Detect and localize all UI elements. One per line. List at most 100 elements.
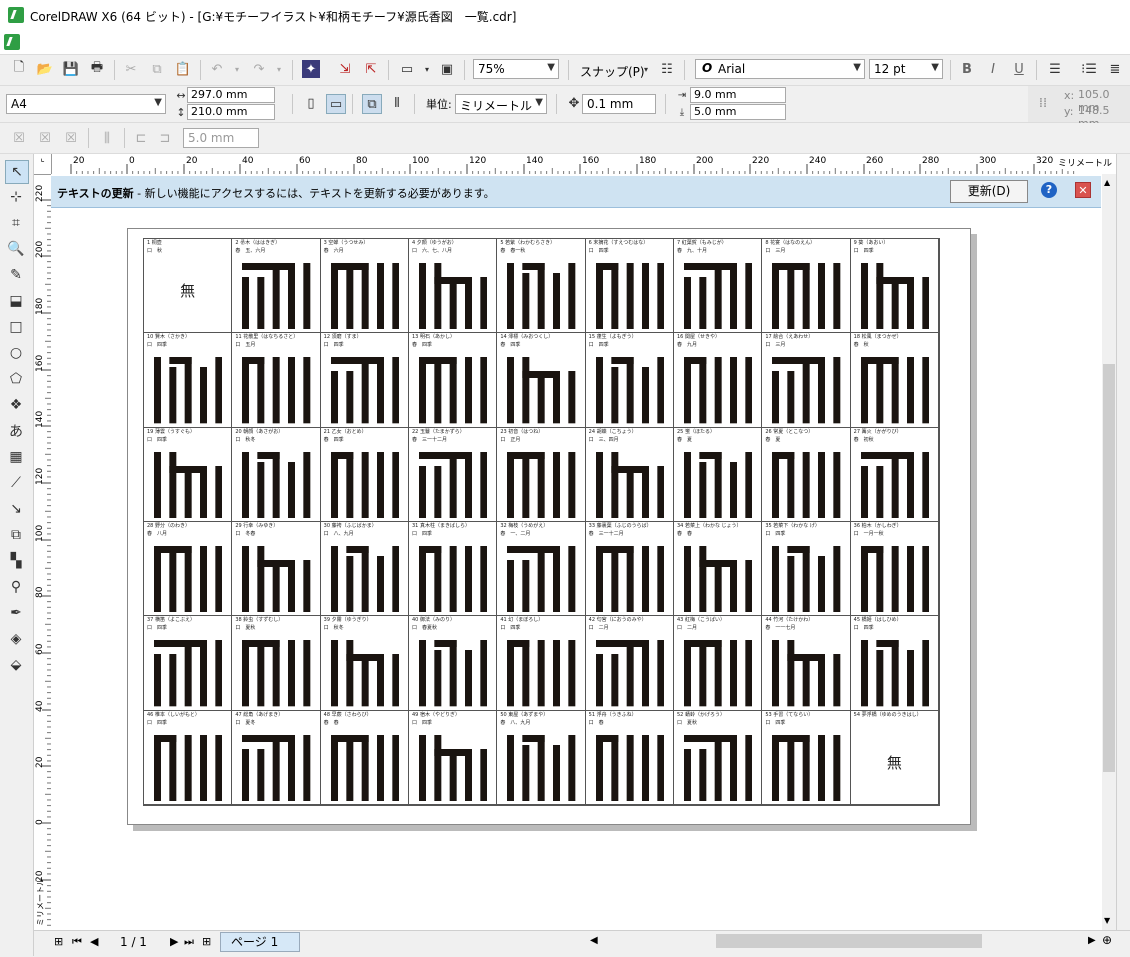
snap-to-menu[interactable]: スナップ(P) (580, 63, 645, 80)
genji-ko-cell[interactable]: 35 若菜下（わかな げ） 口 四季 (762, 522, 851, 617)
page-width-field[interactable]: 297.0 mm (187, 87, 275, 103)
underline-icon[interactable]: U (1010, 60, 1028, 78)
genji-ko-cell[interactable]: 16 関屋（せきや）春 九月 (674, 333, 763, 428)
undo-icon[interactable]: ↶ (208, 60, 226, 78)
add-page-after-icon[interactable]: ⊞ (202, 935, 211, 948)
genji-ko-cell[interactable]: 1 桐壺口 秋無 (144, 239, 233, 334)
redo-icon[interactable]: ↷ (250, 60, 268, 78)
genji-ko-cell[interactable]: 31 真木柱（まきばしら） 口 四季 (409, 522, 498, 617)
genji-ko-cell[interactable]: 4 夕顔（ゆうがお） 口 六、七、八月 (409, 239, 498, 334)
genji-ko-cell[interactable]: 14 澪標（みおつくし）春 四季 (497, 333, 586, 428)
genji-ko-cell[interactable]: 52 蜻蛉（かげろう）口 夏秋 (674, 710, 763, 805)
offset-field[interactable]: 5.0 mm (183, 128, 259, 148)
genji-ko-cell[interactable]: 12 須磨（すま）口 四季 (320, 333, 409, 428)
genji-ko-cell[interactable]: 46 椎本（しいがもと）口 四季 (144, 710, 233, 805)
genji-ko-cell[interactable]: 27 篝火（かがりび）春 初秋 (850, 427, 939, 522)
undo-dropdown-icon[interactable]: ▾ (228, 60, 246, 78)
smart-fill-tool-icon[interactable]: ⬓ (5, 290, 27, 312)
close-notification-icon[interactable]: ✕ (1075, 182, 1091, 198)
genji-ko-cell[interactable]: 17 絵合（えあわせ）口 三月 (762, 333, 851, 428)
crop-tool-icon[interactable]: ⌗ (5, 212, 27, 234)
genji-ko-cell[interactable]: 44 竹河（たけかわ）春 一一七月 (762, 616, 851, 711)
steps-icon[interactable]: ⫼ (98, 129, 116, 147)
genji-ko-cell[interactable]: 5 若紫（わかむらさき） 春 春一秋 (497, 239, 586, 334)
current-page-icon[interactable]: ⫴ (388, 94, 406, 112)
dimension-tool-icon[interactable]: ⟋ (5, 472, 27, 494)
previous-page-icon[interactable]: ◀ (90, 935, 98, 948)
horizontal-scroll-thumb[interactable] (716, 934, 982, 948)
genji-ko-cell[interactable]: 23 初音（はつね）口 正月 (497, 427, 586, 522)
genji-ko-cell[interactable]: 21 乙女（おとめ）春 四季 (320, 427, 409, 522)
options-icon[interactable]: ☷ (658, 60, 676, 78)
navigator-zoom-icon[interactable]: ⊕ (1102, 933, 1112, 947)
zoom-level-combo[interactable]: 75% ▼ (473, 59, 559, 79)
rectangle-tool-icon[interactable]: □ (5, 316, 27, 338)
align-icon[interactable]: ☰ (1046, 60, 1064, 78)
snap-dropdown-icon[interactable]: ▾ (637, 60, 655, 78)
fill-tool-icon[interactable]: ◈ (5, 628, 27, 650)
cut-icon[interactable]: ✂ (122, 60, 140, 78)
genji-ko-cell[interactable]: 6 末摘花（すえつむはな） 口 四季 (585, 239, 674, 334)
genji-ko-cell[interactable]: 43 紅梅（こうばい）口 二月 (674, 616, 763, 711)
offset-y-icon[interactable]: ⊐ (156, 129, 174, 147)
welcome-screen-icon[interactable]: ▣ (438, 60, 456, 78)
save-icon[interactable]: 💾 (62, 60, 80, 78)
add-page-before-icon[interactable]: ⊞ (54, 935, 63, 948)
genji-ko-cell[interactable]: 3 空蝉（うつせみ） 春 六月 (320, 239, 409, 334)
genji-ko-cell[interactable]: 53 手習（てならい）口 四季 (762, 710, 851, 805)
ellipse-tool-icon[interactable]: ○ (5, 342, 27, 364)
print-icon[interactable]: 🖶 (88, 60, 106, 78)
genji-ko-cell[interactable]: 8 花宴（はなのえん） 口 三月 (762, 239, 851, 334)
connector-tool-icon[interactable]: ↘ (5, 498, 27, 520)
portrait-icon[interactable]: ▯ (302, 94, 320, 112)
first-page-icon[interactable]: ⏮ (72, 935, 82, 949)
duplicate-x-field[interactable]: 9.0 mm (690, 87, 786, 103)
genji-ko-cell[interactable]: 48 早蕨（さわらび）春 春 (320, 710, 409, 805)
application-launcher-icon[interactable]: ▭ (398, 60, 416, 78)
genji-ko-cell[interactable]: 37 横笛（よこぶえ）口 四季 (144, 616, 233, 711)
genji-ko-cell[interactable]: 51 浮舟（うきふね）口 春 (585, 710, 674, 805)
transparency-tool-icon[interactable]: ▚ (5, 550, 27, 572)
genji-ko-cell[interactable]: 39 夕霧（ゆうぎり）口 秋冬 (320, 616, 409, 711)
all-pages-icon[interactable]: ⧉ (362, 94, 382, 114)
export-icon[interactable]: ⇱ (362, 60, 380, 78)
basic-shapes-tool-icon[interactable]: ❖ (5, 394, 27, 416)
genji-ko-cell[interactable]: 30 藤袴（ふじばかま） 口 八、九月 (320, 522, 409, 617)
duplicate-y-field[interactable]: 5.0 mm (690, 104, 786, 120)
genji-ko-cell[interactable]: 9 葵（あおい） 口 四季 (850, 239, 939, 334)
scroll-down-icon[interactable]: ▼ (1104, 916, 1110, 925)
genji-ko-cell[interactable]: 20 朝顔（あさがお）口 秋冬 (232, 427, 321, 522)
ruler-origin[interactable]: ⌞ (34, 154, 52, 175)
paste-icon[interactable]: 📋 (174, 60, 192, 78)
redo-dropdown-icon[interactable]: ▾ (270, 60, 288, 78)
pick-tool-icon[interactable]: ↖ (5, 160, 29, 184)
genji-ko-cell[interactable]: 13 明石（あかし）春 四季 (409, 333, 498, 428)
import-icon[interactable]: ⇲ (336, 60, 354, 78)
scroll-right-icon[interactable]: ▶ (1088, 935, 1096, 946)
genji-ko-cell[interactable]: 18 松風（まつかぜ）春 秋 (850, 333, 939, 428)
eyedropper-tool-icon[interactable]: ⚲ (5, 576, 27, 598)
units-combo[interactable]: ミリメートル ▼ (455, 94, 547, 114)
page-height-field[interactable]: 210.0 mm (187, 104, 275, 120)
zoom-tool-icon[interactable]: 🔍 (5, 238, 27, 260)
genji-ko-cell[interactable]: 34 若菜上（わかな じょう） 春 春 (674, 522, 763, 617)
genji-ko-cell[interactable]: 38 鈴虫（すずむし）口 夏秋 (232, 616, 321, 711)
freehand-tool-icon[interactable]: ✎ (5, 264, 27, 286)
last-page-icon[interactable]: ⏭ (184, 935, 194, 949)
clear-effect-icon[interactable]: ☒ (62, 129, 80, 147)
help-icon[interactable]: ? (1041, 182, 1057, 198)
polygon-tool-icon[interactable]: ⬠ (5, 368, 27, 390)
shape-tool-icon[interactable]: ⊹ (5, 186, 27, 208)
genji-ko-cell[interactable]: 40 御法（みのり）口 春夏秋 (409, 616, 498, 711)
interactive-fill-tool-icon[interactable]: ⬙ (5, 654, 27, 676)
vertical-ruler[interactable]: 220 200 180 160 140 120 100 80 60 40 20 0 20 ミリメートル (34, 174, 52, 934)
document-page[interactable]: 1 桐壺口 秋無2 帚木（ははきぎ）春 五、六月 3 空蝉（うつせみ）春 六月 4 … (127, 228, 971, 825)
bold-icon[interactable]: B (958, 60, 976, 78)
genji-ko-cell[interactable]: 32 梅枝（うめがえ） 春 一、二月 (497, 522, 586, 617)
genji-ko-cell[interactable]: 41 幻（まぼろし）口 四季 (497, 616, 586, 711)
genji-ko-cell[interactable]: 50 東屋（あずまや）春 八、九月 (497, 710, 586, 805)
paragraph-icon[interactable]: ≣ (1106, 60, 1124, 78)
genji-ko-cell[interactable]: 45 橋姫（はしひめ）口 四季 (850, 616, 939, 711)
update-text-button[interactable]: 更新(D) (950, 180, 1028, 203)
table-tool-icon[interactable]: ▦ (5, 446, 27, 468)
